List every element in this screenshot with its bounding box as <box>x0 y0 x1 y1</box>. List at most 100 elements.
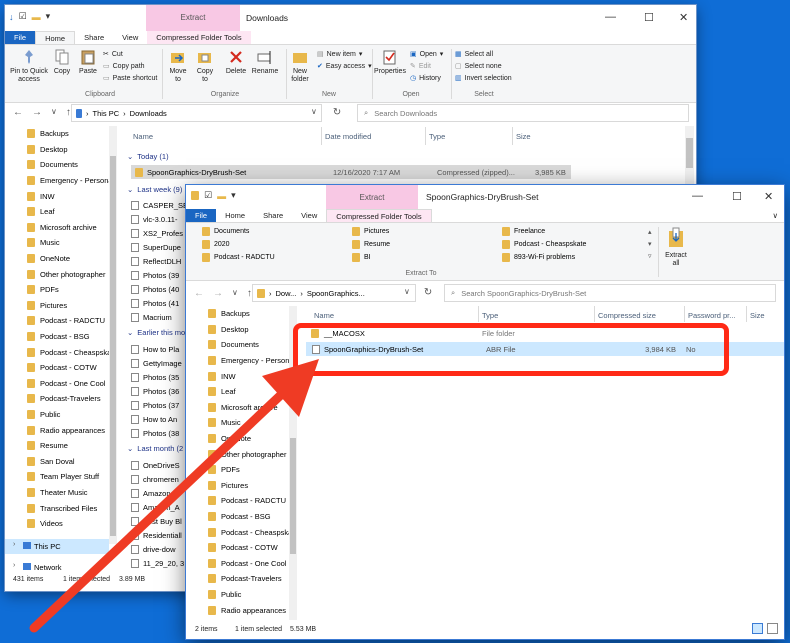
column-name[interactable]: Name <box>133 132 153 141</box>
chevron-down-icon[interactable]: ∨ <box>232 288 238 299</box>
history-button[interactable]: ◷ History <box>410 74 441 83</box>
nav-item-videos[interactable]: Videos <box>5 516 115 532</box>
list-item[interactable]: Photos (40 <box>131 282 188 296</box>
extract-destination-podcast-cheaspskate[interactable]: Podcast - Cheaspskate <box>502 240 586 249</box>
extract-destination-2020[interactable]: 2020 <box>202 240 230 249</box>
tab-compressed-folder-tools[interactable]: Compressed Folder Tools <box>326 209 432 222</box>
nav-item-podcast-bsg[interactable]: Podcast - BSG <box>5 329 115 345</box>
forward-icon[interactable]: → <box>32 107 42 118</box>
rename-button[interactable]: Rename <box>251 49 279 76</box>
invert-selection-button[interactable]: ▥ Invert selection <box>455 74 512 83</box>
qat-dropdown-icon[interactable]: ▾ <box>231 190 236 201</box>
new-folder-button[interactable]: New folder <box>288 49 312 83</box>
pin-button[interactable]: Pin to Quick access <box>9 49 49 83</box>
column-compressed-size[interactable]: Compressed size <box>598 311 656 320</box>
nav-item-radio-appearances[interactable]: Radio appearances <box>186 602 292 618</box>
maximize-icon[interactable]: ☐ <box>644 11 654 24</box>
list-item[interactable]: Photos (35 <box>131 370 182 384</box>
extract-destination-893-wi-fi-problems[interactable]: 893-Wi-Fi problems <box>502 253 575 262</box>
list-item[interactable]: 11_29_20, 3 <box>131 556 184 570</box>
nav-item-podcast-cotw[interactable]: Podcast - COTW <box>5 360 115 376</box>
copy-to-button[interactable]: Copy to <box>193 49 217 83</box>
easy-access-button[interactable]: ✔ Easy access ▾ <box>317 62 372 71</box>
copy-path-button[interactable]: ▭ Copy path <box>103 62 145 71</box>
search-input[interactable]: Search SpoonGraphics-DryBrush-Set <box>461 289 586 298</box>
address-folder[interactable]: SpoonGraphics... <box>307 289 365 298</box>
forward-icon[interactable]: → <box>213 288 223 299</box>
nav-item-emergency-persona[interactable]: Emergency - Persona <box>5 173 115 189</box>
content-scroll-thumb[interactable] <box>686 138 693 168</box>
nav-item-podcast-one-cool[interactable]: Podcast - One Cool <box>186 556 292 572</box>
nav-scrollbar[interactable] <box>109 126 117 544</box>
refresh-icon[interactable]: ↻ <box>424 287 432 298</box>
back-icon[interactable]: ← <box>194 288 204 299</box>
nav-item-radio-appearances[interactable]: Radio appearances <box>5 422 115 438</box>
tab-compressed-folder-tools[interactable]: Compressed Folder Tools <box>147 31 251 44</box>
qat-down-icon[interactable]: ↓ <box>9 12 14 22</box>
list-item[interactable]: ReflectDLH <box>131 254 188 268</box>
column-name[interactable]: Name <box>314 311 334 320</box>
search-input[interactable]: Search Downloads <box>374 109 437 118</box>
nav-item-podcast-bsg[interactable]: Podcast - BSG <box>186 509 292 525</box>
nav-item-transcribed-files[interactable]: Transcribed Files <box>5 500 115 516</box>
group-last-week[interactable]: ⌄ Last week (9) <box>127 185 186 194</box>
column-type[interactable]: Type <box>429 132 445 141</box>
chevron-down-icon[interactable]: ∨ <box>51 107 57 118</box>
extract-destination-pictures[interactable]: Pictures <box>352 227 389 236</box>
list-item[interactable]: Best Buy Bl <box>131 514 184 528</box>
nav-item-pdfs[interactable]: PDFs <box>5 282 115 298</box>
address-bar[interactable]: › This PC › Downloads <box>71 104 322 122</box>
close-icon[interactable]: ✕ <box>679 11 688 24</box>
back-icon[interactable]: ← <box>13 107 23 118</box>
close-icon[interactable]: ✕ <box>764 190 773 203</box>
gallery-scroll[interactable]: ▴ ▾ ▿ <box>648 227 652 263</box>
nav-item-podcast-cheaspska[interactable]: Podcast - Cheaspska <box>186 524 292 540</box>
nav-item-team-player-stuff[interactable]: Team Player Stuff <box>5 469 115 485</box>
list-item[interactable]: Photos (38 <box>131 426 182 440</box>
paste-shortcut-button[interactable]: ▭ Paste shortcut <box>103 74 157 83</box>
search-box[interactable]: ⌕ Search Downloads <box>357 104 689 122</box>
list-item[interactable]: Amazon_A <box>131 500 184 514</box>
extract-context-tab[interactable]: Extract <box>146 5 240 31</box>
address-bar[interactable]: › Dow... › SpoonGraphics... <box>252 284 416 302</box>
nav-item-backups[interactable]: Backups <box>186 306 292 322</box>
select-none-button[interactable]: ▢ Select none <box>455 62 502 71</box>
nav-item-other-photographer[interactable]: Other photographer <box>5 266 115 282</box>
list-item[interactable]: Photos (37 <box>131 398 182 412</box>
list-item[interactable]: How to Pla <box>131 342 182 356</box>
new-item-button[interactable]: ▤ New item ▾ <box>317 50 362 59</box>
table-row-selected[interactable]: SpoonGraphics-DryBrush-Set 12/16/2020 7:… <box>131 165 571 179</box>
tab-file[interactable]: File <box>186 209 217 222</box>
nav-item-desktop[interactable]: Desktop <box>186 322 292 338</box>
nav-item-theater-music[interactable]: Theater Music <box>5 485 115 501</box>
nav-item-podcast-cheaspska[interactable]: Podcast - Cheaspska <box>5 344 115 360</box>
address-folder[interactable]: Downloads <box>130 109 167 118</box>
nav-scroll-thumb[interactable] <box>110 156 116 536</box>
list-item[interactable]: SuperDupe <box>131 240 188 254</box>
nav-item-pictures[interactable]: Pictures <box>5 298 115 314</box>
group-earlier-this-month[interactable]: ⌄ Earlier this mo <box>127 328 189 337</box>
delete-button[interactable]: Delete <box>223 49 249 76</box>
list-item[interactable]: How to An <box>131 412 182 426</box>
list-item[interactable]: OneDriveS <box>131 458 184 472</box>
nav-item-inw[interactable]: INW <box>186 368 292 384</box>
nav-item-desktop[interactable]: Desktop <box>5 142 115 158</box>
nav-item-backups[interactable]: Backups <box>5 126 115 142</box>
tab-home[interactable]: Home <box>35 31 76 44</box>
nav-item-onenote[interactable]: OneNote <box>5 251 115 267</box>
nav-item-music[interactable]: Music <box>5 235 115 251</box>
large-icons-view-icon[interactable] <box>767 623 778 634</box>
minimize-icon[interactable]: — <box>605 11 616 23</box>
extract-destination-freelance[interactable]: Freelance <box>502 227 545 236</box>
extract-destination-resume[interactable]: Resume <box>352 240 390 249</box>
tab-view[interactable]: View <box>113 31 147 44</box>
list-item[interactable]: Photos (39 <box>131 268 188 282</box>
paste-button[interactable]: Paste <box>76 49 100 76</box>
copy-button[interactable]: Copy <box>51 49 73 76</box>
ribbon-collapse-icon[interactable]: ∨ <box>764 209 785 222</box>
column-password[interactable]: Password pr... <box>688 311 736 320</box>
nav-item-podcast-cotw[interactable]: Podcast - COTW <box>186 540 292 556</box>
select-all-button[interactable]: ▦ Select all <box>455 50 493 59</box>
column-type[interactable]: Type <box>482 311 498 320</box>
nav-item-leaf[interactable]: Leaf <box>186 384 292 400</box>
